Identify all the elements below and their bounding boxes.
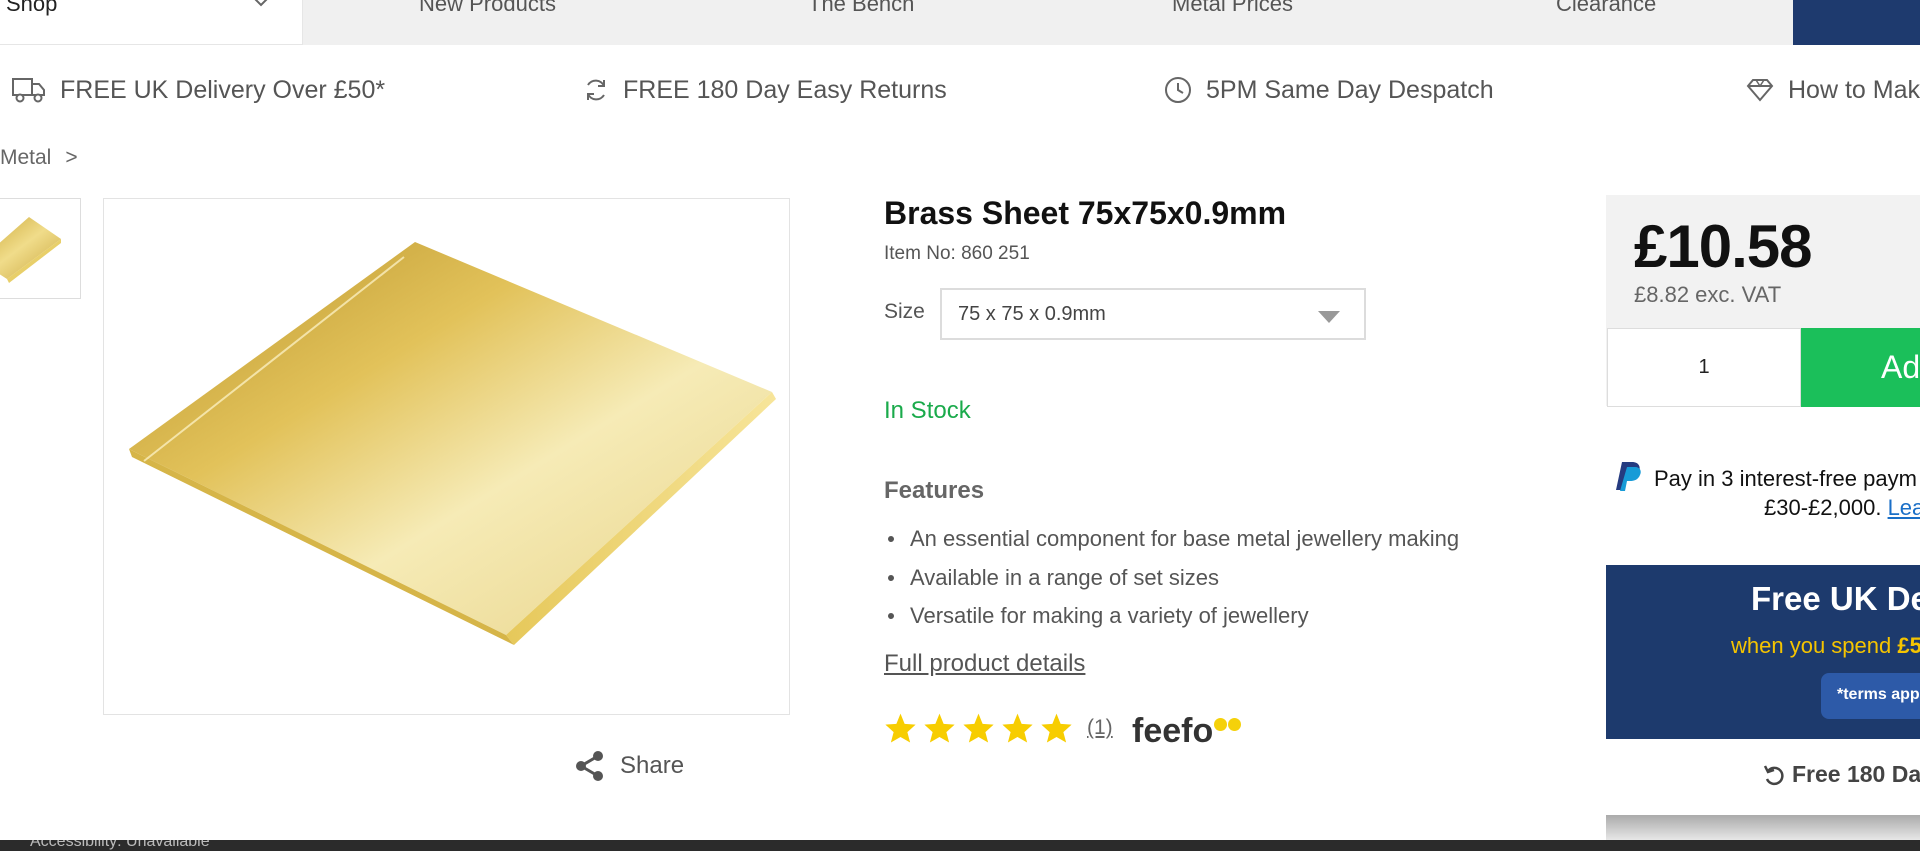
feefo-eyes-icon <box>1214 718 1242 731</box>
price: £10.58 <box>1634 213 1813 280</box>
paypal-range: £30-£2,000. <box>1764 495 1882 520</box>
star-icon <box>963 713 994 743</box>
full-product-details-link[interactable]: Full product details <box>884 650 1085 678</box>
feature-text: Available in a range of set sizes <box>910 564 1219 590</box>
star-icon <box>1002 713 1033 743</box>
usp-delivery: FREE UK Delivery Over £50* <box>12 73 385 107</box>
brass-sheet-thumbnail-image <box>0 217 61 283</box>
promo-subtitle: when you spend £5 <box>1731 633 1920 659</box>
free-returns-text: Free 180 Da <box>1792 761 1920 787</box>
breadcrumb-link-metal[interactable]: Metal <box>0 146 51 169</box>
nav-clearance[interactable]: Clearance <box>1556 0 1656 17</box>
price-ex-vat: £8.82 exc. VAT <box>1634 282 1782 307</box>
breadcrumb-separator: > <box>65 146 78 169</box>
usp-how-to-text: How to Mak <box>1788 75 1920 104</box>
paypal-learn-more-link[interactable]: Lea <box>1888 495 1920 520</box>
breadcrumb: Metal > <box>0 146 78 170</box>
product-thumbnail[interactable] <box>0 198 81 299</box>
rating-stars[interactable]: (1) <box>884 712 1113 744</box>
shop-menu-button[interactable]: Shop <box>0 0 303 45</box>
promo-terms-button[interactable]: *terms app <box>1821 673 1920 719</box>
diamond-icon <box>1746 79 1774 102</box>
paypal-icon <box>1616 462 1641 491</box>
size-select[interactable]: 75 x 75 x 0.9mm <box>940 288 1366 340</box>
refresh-icon <box>587 79 605 101</box>
free-delivery-promo: Free UK De when you spend £5 *terms app <box>1606 565 1920 739</box>
usp-despatch-text: 5PM Same Day Despatch <box>1206 75 1494 104</box>
item-number: Item No: 860 251 <box>884 243 1030 264</box>
review-count-link[interactable]: (1) <box>1087 716 1113 740</box>
nav-metal-prices[interactable]: Metal Prices <box>1172 0 1293 17</box>
truck-icon <box>12 78 45 103</box>
status-bar: Accessibility: Unavailable <box>0 840 1920 851</box>
bullet-icon <box>888 536 894 543</box>
undo-icon <box>1763 764 1784 785</box>
stock-status: In Stock <box>884 397 971 424</box>
list-item: Available in a range of set sizes <box>884 559 1459 598</box>
share-label: Share <box>620 752 685 779</box>
star-icon <box>924 713 955 743</box>
add-to-basket-button[interactable]: Add <box>1801 328 1920 407</box>
feature-text: Versatile for making a variety of jewell… <box>910 603 1309 628</box>
caret-down-icon <box>1318 311 1340 323</box>
paypal-range-text: £30-£2,000. Lea <box>1764 495 1920 521</box>
brass-sheet-image <box>129 242 776 645</box>
quantity-input[interactable] <box>1607 328 1801 407</box>
features-list: An essential component for base metal je… <box>884 520 1459 636</box>
shop-label: Shop <box>6 0 58 16</box>
feature-text: An essential component for base metal je… <box>910 526 1460 551</box>
promo-subtitle-amount: £5 <box>1897 633 1920 658</box>
list-item: Versatile for making a variety of jewell… <box>884 597 1459 636</box>
usp-delivery-text: FREE UK Delivery Over £50* <box>60 75 386 104</box>
star-icon <box>1041 713 1072 743</box>
usp-returns-text: FREE 180 Day Easy Returns <box>623 75 947 104</box>
top-navigation: Shop New Products The Bench Metal Prices… <box>0 0 1920 45</box>
usp-despatch: 5PM Same Day Despatch <box>1164 73 1494 107</box>
size-label: Size <box>884 300 925 323</box>
accessibility-status: Accessibility: Unavailable <box>30 840 210 850</box>
list-item: An essential component for base metal je… <box>884 520 1459 559</box>
usp-returns: FREE 180 Day Easy Returns <box>583 73 947 107</box>
usp-how-to[interactable]: How to Mak <box>1746 73 1920 107</box>
bullet-icon <box>888 613 894 620</box>
free-returns-info: Free 180 Da <box>1762 761 1920 788</box>
size-selected-value: 75 x 75 x 0.9mm <box>958 303 1106 325</box>
product-main-image[interactable] <box>103 198 790 715</box>
share-button[interactable]: Share <box>574 750 684 782</box>
share-icon <box>576 751 603 781</box>
clock-icon <box>1165 77 1191 103</box>
star-icon <box>885 713 916 743</box>
bullet-icon <box>888 574 894 581</box>
feefo-logo-text: feefo <box>1132 712 1214 750</box>
nav-the-bench[interactable]: The Bench <box>808 0 914 17</box>
product-title: Brass Sheet 75x75x0.9mm <box>884 195 1287 231</box>
feefo-logo[interactable]: feefo <box>1132 712 1242 751</box>
bottom-panel-edge <box>1606 815 1920 841</box>
features-heading: Features <box>884 477 985 504</box>
chevron-down-icon <box>254 0 268 7</box>
paypal-pay-in-3-text: Pay in 3 interest-free paym <box>1654 466 1917 491</box>
nav-new-products[interactable]: New Products <box>419 0 556 17</box>
nav-cta-button[interactable] <box>1793 0 1920 45</box>
promo-title: Free UK De <box>1751 580 1920 617</box>
promo-subtitle-prefix: when you spend <box>1731 633 1898 658</box>
